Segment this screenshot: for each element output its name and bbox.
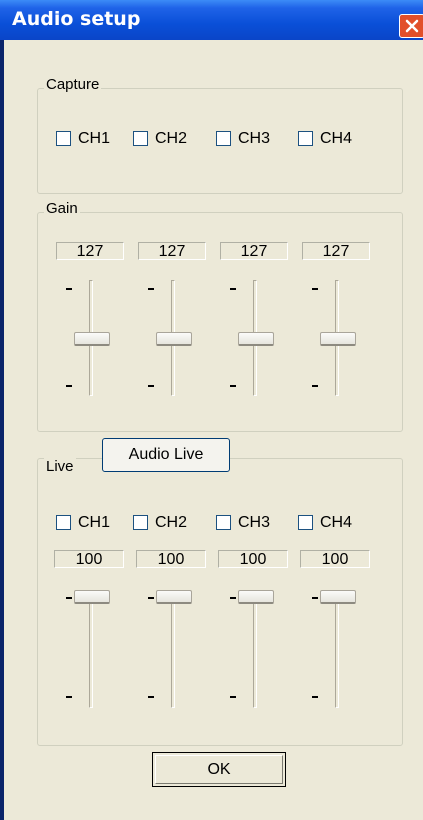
capture-ch4-checkbox[interactable] xyxy=(298,131,313,146)
live-ch4-slider-thumb[interactable] xyxy=(320,590,356,604)
live-ch2-value: 100 xyxy=(136,550,206,568)
live-ch2-checkbox[interactable] xyxy=(133,515,148,530)
gain-ch4-tick-bottom xyxy=(312,385,318,387)
gain-ch3-tick-bottom xyxy=(230,385,236,387)
gain-ch4-slider-thumb[interactable] xyxy=(320,332,356,346)
live-ch2-label: CH2 xyxy=(155,514,188,531)
capture-ch2-checkbox[interactable] xyxy=(133,131,148,146)
live-ch3-slider-track[interactable] xyxy=(253,590,257,708)
gain-ch4-tick-top xyxy=(312,288,318,290)
gain-ch3-tick-top xyxy=(230,288,236,290)
live-ch1-tick-top xyxy=(66,597,72,599)
gain-ch2-value: 127 xyxy=(138,242,206,260)
window-title: Audio setup xyxy=(12,8,141,30)
close-icon xyxy=(405,19,419,33)
live-ch1-checkbox[interactable] xyxy=(56,515,71,530)
live-ch3-slider-thumb[interactable] xyxy=(238,590,274,604)
live-ch4-slider-track[interactable] xyxy=(335,590,339,708)
dialog-body: Capture CH1 CH2 CH3 CH4 Gain 127 127 127… xyxy=(4,40,423,820)
live-ch1-slider-thumb[interactable] xyxy=(74,590,110,604)
live-ch1-tick-bottom xyxy=(66,696,72,698)
title-bar[interactable]: Audio setup xyxy=(0,0,423,40)
live-ch1-slider-track[interactable] xyxy=(89,590,93,708)
close-button[interactable] xyxy=(399,14,423,38)
gain-ch4-value: 127 xyxy=(302,242,370,260)
capture-ch3-checkbox[interactable] xyxy=(216,131,231,146)
gain-ch2-tick-bottom xyxy=(148,385,154,387)
gain-ch1-tick-top xyxy=(66,288,72,290)
live-ch3-checkbox[interactable] xyxy=(216,515,231,530)
ok-button-label: OK xyxy=(155,755,283,784)
live-ch4-value: 100 xyxy=(300,550,370,568)
gain-ch3-slider-thumb[interactable] xyxy=(238,332,274,346)
ok-button[interactable]: OK xyxy=(152,752,286,787)
live-ch2-tick-top xyxy=(148,597,154,599)
live-ch2-slider-track[interactable] xyxy=(171,590,175,708)
live-ch3-label: CH3 xyxy=(238,514,271,531)
audio-live-button[interactable]: Audio Live xyxy=(102,438,230,472)
live-ch2-slider-thumb[interactable] xyxy=(156,590,192,604)
gain-ch1-tick-bottom xyxy=(66,385,72,387)
capture-ch3-label: CH3 xyxy=(238,130,271,147)
live-ch1-value: 100 xyxy=(54,550,124,568)
audio-setup-window: Audio setup Capture CH1 CH2 CH3 CH4 Gain… xyxy=(0,0,423,820)
live-ch1-label: CH1 xyxy=(78,514,111,531)
live-ch3-value: 100 xyxy=(218,550,288,568)
gain-group-label: Gain xyxy=(44,200,80,217)
live-ch4-tick-bottom xyxy=(312,696,318,698)
live-ch3-tick-top xyxy=(230,597,236,599)
gain-ch1-value: 127 xyxy=(56,242,124,260)
gain-ch1-slider-thumb[interactable] xyxy=(74,332,110,346)
capture-ch1-label: CH1 xyxy=(78,130,111,147)
live-ch4-checkbox[interactable] xyxy=(298,515,313,530)
capture-ch1-checkbox[interactable] xyxy=(56,131,71,146)
gain-ch2-tick-top xyxy=(148,288,154,290)
live-ch4-label: CH4 xyxy=(320,514,353,531)
capture-ch2-label: CH2 xyxy=(155,130,188,147)
live-ch3-tick-bottom xyxy=(230,696,236,698)
gain-ch3-value: 127 xyxy=(220,242,288,260)
gain-ch2-slider-thumb[interactable] xyxy=(156,332,192,346)
capture-group-label: Capture xyxy=(44,76,102,93)
live-ch2-tick-bottom xyxy=(148,696,154,698)
live-ch4-tick-top xyxy=(312,597,318,599)
capture-ch4-label: CH4 xyxy=(320,130,353,147)
live-group-label: Live xyxy=(44,458,76,475)
